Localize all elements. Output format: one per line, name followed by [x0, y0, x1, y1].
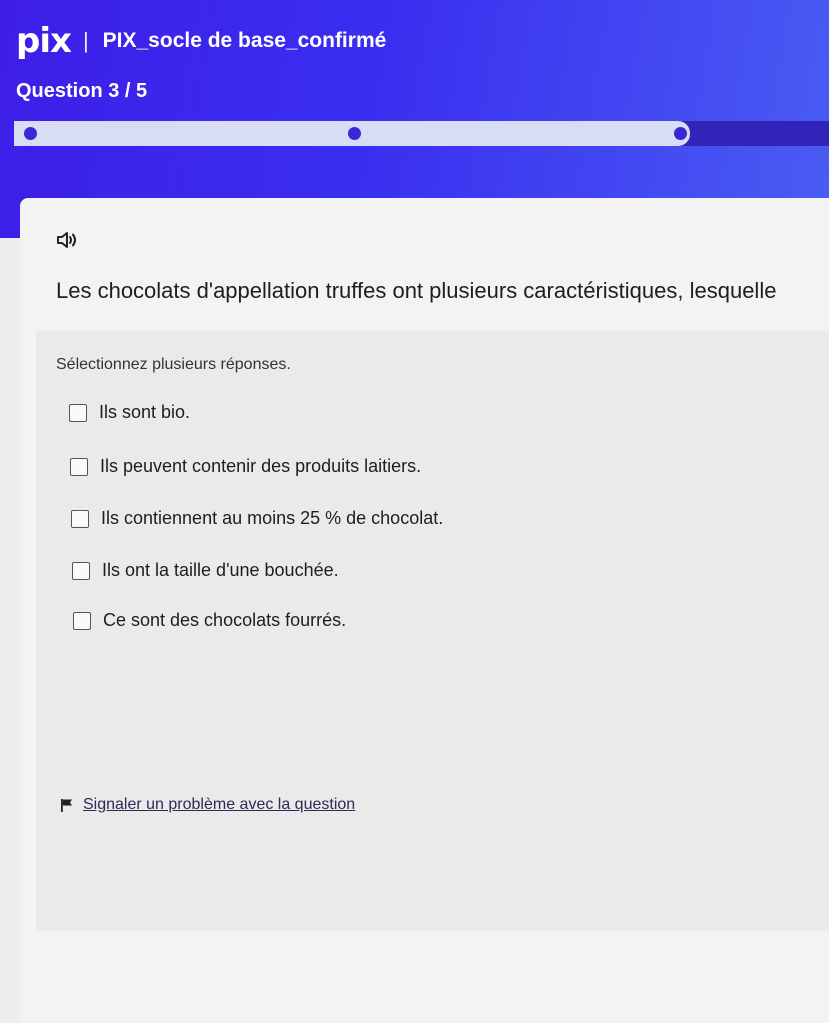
report-problem-label: Signaler un problème avec la question [83, 796, 356, 813]
answer-label: Ils peuvent contenir des produits laitie… [100, 456, 422, 476]
progress-step-dot [24, 127, 37, 140]
answer-label: Ce sont des chocolats fourrés. [103, 610, 347, 630]
speaker-icon[interactable] [56, 230, 78, 250]
question-text: Les chocolats d'appellation truffes ont … [56, 278, 777, 303]
answer-option[interactable]: Ils ont la taille d'une bouchée. [72, 560, 339, 581]
progress-step-dot [674, 127, 687, 140]
brand-bar: pix | PIX_socle de base_confirmé [16, 24, 386, 58]
brand-separator: | [82, 28, 89, 53]
answer-option[interactable]: Ils peuvent contenir des produits laitie… [70, 456, 421, 477]
campaign-title: PIX_socle de base_confirmé [102, 29, 387, 52]
answer-checkbox[interactable] [71, 509, 89, 528]
answer-checkbox[interactable] [70, 457, 88, 476]
answer-checkbox[interactable] [69, 403, 87, 422]
flag-icon [61, 799, 72, 812]
answer-label: Ils sont bio. [99, 402, 191, 422]
answer-option[interactable]: Ils sont bio. [69, 402, 190, 423]
progress-bar [14, 121, 829, 146]
answers-panel: Sélectionnez plusieurs réponses. Ils son… [36, 331, 829, 931]
question-counter: Question 3 / 5 [16, 80, 148, 102]
answer-label: Ils contiennent au moins 25 % de chocola… [101, 508, 444, 528]
progress-step-dot [348, 127, 361, 140]
answer-checkbox[interactable] [73, 611, 91, 630]
answer-label: Ils ont la taille d'une bouchée. [102, 560, 339, 580]
answer-option[interactable]: Ce sont des chocolats fourrés. [73, 610, 346, 631]
answer-option[interactable]: Ils contiennent au moins 25 % de chocola… [71, 508, 443, 529]
answer-instruction: Sélectionnez plusieurs réponses. [56, 356, 291, 373]
pix-logo[interactable]: pix [16, 24, 72, 58]
answer-checkbox[interactable] [72, 561, 90, 580]
report-problem-link[interactable]: Signaler un problème avec la question [60, 796, 355, 814]
question-card: Les chocolats d'appellation truffes ont … [20, 198, 829, 1023]
